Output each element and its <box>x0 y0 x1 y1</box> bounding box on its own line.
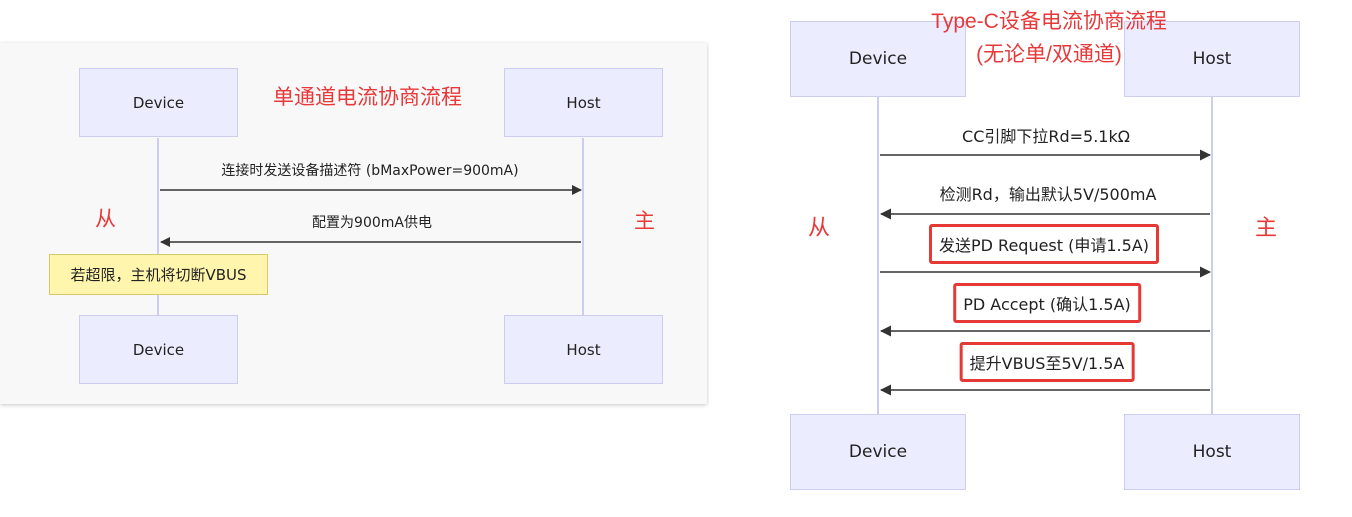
single-channel-diagram: Device Host 单通道电流协商流程 连接时发送设备描述符 (bMaxPo… <box>0 43 707 404</box>
actor-device-bottom: Device <box>790 414 966 490</box>
highlighted-message-label: 提升VBUS至5V/1.5A <box>959 342 1135 382</box>
master-label: 主 <box>1255 215 1278 240</box>
actor-host-bottom: Host <box>1124 414 1300 490</box>
message-label: CC引脚下拉Rd=5.1kΩ <box>962 127 1130 146</box>
highlighted-message-label: PD Accept (确认1.5A) <box>953 283 1141 323</box>
message-label: 连接时发送设备描述符 (bMaxPower=900mA) <box>221 163 519 179</box>
message-label: 检测Rd，输出默认5V/500mA <box>939 185 1157 204</box>
actor-device-bottom: Device <box>79 315 238 384</box>
slave-label: 从 <box>808 215 831 240</box>
highlighted-message-label: 发送PD Request (申请1.5A) <box>928 224 1160 264</box>
diagram-title-line1: Type-C设备电流协商流程 <box>931 10 1167 33</box>
type-c-diagram: Device Host Type-C设备电流协商流程 (无论单/双通道) CC引… <box>709 0 1352 517</box>
slave-label: 从 <box>95 208 116 231</box>
message-label: 配置为900mA供电 <box>312 215 432 231</box>
actor-host-top: Host <box>504 68 663 137</box>
master-label: 主 <box>634 210 655 233</box>
diagram-title: 单通道电流协商流程 <box>273 86 462 109</box>
actor-device-top: Device <box>79 68 238 137</box>
actor-host-bottom: Host <box>504 315 663 384</box>
note: 若超限，主机将切断VBUS <box>49 254 268 295</box>
diagram-title-line2: (无论单/双通道) <box>976 43 1122 66</box>
